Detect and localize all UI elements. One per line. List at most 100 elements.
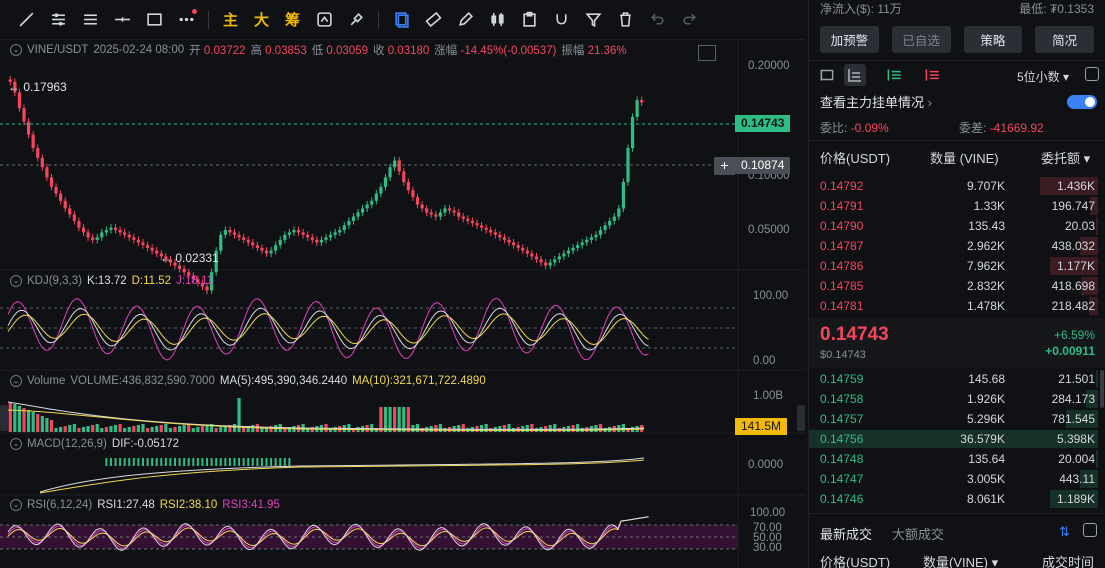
volume-bar [168, 428, 173, 432]
layers-icon[interactable] [385, 4, 417, 36]
big-orders-button[interactable]: 大 [246, 4, 277, 36]
settings-icon[interactable] [1085, 67, 1099, 81]
volume-tag: 141.5M [735, 418, 788, 435]
gear-icon[interactable] [1083, 523, 1097, 537]
macd-histogram-bar [256, 458, 259, 466]
kline-candle [315, 239, 319, 243]
bid-diff-label: 委差: [959, 121, 987, 135]
ask-qty: 1.478K [966, 299, 1005, 313]
orderbook-asks-icon[interactable] [923, 66, 941, 84]
trade-col-qty[interactable]: 数量(VINE) ▾ [923, 552, 998, 568]
volume-collapse-icon[interactable]: ⌄ [10, 375, 22, 387]
right-scroll-handle[interactable] [797, 405, 805, 431]
kline-candle [553, 259, 557, 263]
bid-row[interactable]: 0.14748 135.64 20.004 [809, 449, 1105, 469]
orderbook-mode-icon[interactable] [818, 66, 836, 84]
tools-icon[interactable] [340, 4, 372, 36]
magnet-icon[interactable] [545, 4, 577, 36]
watchlist-button[interactable]: 已自选 [891, 26, 951, 53]
kline-candle [205, 286, 209, 291]
macd-histogram-bar [155, 458, 158, 466]
overview-button[interactable]: 简况 [1035, 26, 1094, 53]
bid-row[interactable]: 0.14756 36.579K 5.398K [809, 429, 1105, 449]
orderbook-bids-icon[interactable] [885, 66, 903, 84]
macd-histogram-bar [215, 458, 218, 466]
orderbook-both-icon[interactable] [844, 64, 866, 86]
ask-price: 0.14787 [820, 239, 864, 253]
bid-row[interactable]: 0.14757 5.296K 781.545 [809, 409, 1105, 429]
macd-collapse-icon[interactable]: ⌄ [10, 438, 22, 450]
main-orders-link[interactable]: 查看主力挂单情况 › [820, 92, 932, 111]
ask-row[interactable]: 0.14781 1.478K 218.482 [809, 296, 1105, 316]
bid-row[interactable]: 0.14746 8.061K 1.189K [809, 489, 1105, 509]
ask-row[interactable]: 0.14785 2.832K 418.698 [809, 276, 1105, 296]
candle-type-icon[interactable] [481, 4, 513, 36]
volume-bar [40, 416, 44, 432]
more-tools-icon[interactable] [170, 4, 202, 36]
ruler-icon[interactable] [417, 4, 449, 36]
kline-candle [232, 232, 237, 235]
trade-col-qty-label: 数量(VINE) [923, 555, 989, 568]
bid-qty: 3.005K [966, 472, 1005, 486]
ask-row[interactable]: 0.14787 2.962K 438.032 [809, 236, 1105, 256]
add-crosshair-icon[interactable]: + [714, 157, 735, 175]
undo-icon[interactable] [641, 4, 673, 36]
bid-row[interactable]: 0.14747 3.005K 443.11 [809, 469, 1105, 489]
volume-bar [164, 424, 168, 432]
pencil-icon[interactable] [449, 4, 481, 36]
clipboard-icon[interactable] [513, 4, 545, 36]
col-quantity: 数量 (VINE) [930, 151, 999, 166]
bid-price: 0.14756 [820, 432, 864, 446]
macd-dif: DIF:-0.05172 [111, 438, 180, 450]
chart-area[interactable]: ⌄ VINE/USDT 2025-02-24 08:00 开 0.03722 高… [0, 40, 805, 568]
bid-row[interactable]: 0.14759 145.68 21.501 [809, 369, 1105, 389]
volume-bar [132, 426, 136, 432]
ask-row[interactable]: 0.14790 135.43 20.03 [809, 216, 1105, 236]
kline-candle [393, 160, 397, 168]
open-label: 开 [189, 45, 201, 57]
volume-bar [159, 425, 163, 432]
col-amount[interactable]: 委托额 ▾ [1041, 148, 1090, 167]
bid-row[interactable]: 0.14758 1.926K 284.173 [809, 389, 1105, 409]
tab-large-trades[interactable]: 大额成交 [892, 524, 944, 543]
macd-histogram-bar [164, 458, 167, 466]
strategy-button[interactable]: 策略 [963, 26, 1023, 53]
main-indicator-button[interactable]: 主 [215, 4, 246, 36]
kline-chart-svg[interactable] [0, 40, 805, 568]
redo-icon[interactable] [673, 4, 705, 36]
compare-icon[interactable] [308, 4, 340, 36]
ask-row[interactable]: 0.14791 1.33K 196.747 [809, 196, 1105, 216]
trades-settings-icon[interactable]: ⇅ [1059, 524, 1070, 540]
tab-latest-trades[interactable]: 最新成交 [820, 524, 872, 543]
parallel-lines-icon[interactable] [74, 4, 106, 36]
indicator-settings-icon[interactable]: ⌄ [10, 44, 22, 56]
fib-lines-icon[interactable] [42, 4, 74, 36]
ask-row[interactable]: 0.14786 7.962K 1.177K [809, 256, 1105, 276]
kline-candle [100, 232, 104, 238]
filter-icon[interactable] [577, 4, 609, 36]
ask-amount: 218.482 [1051, 299, 1095, 313]
horizontal-line-icon[interactable] [106, 4, 138, 36]
volume-bar [26, 410, 31, 432]
volume-bar [576, 424, 580, 432]
close-value: 0.03180 [387, 45, 430, 57]
kline-candle [580, 242, 584, 246]
volume-bar [49, 420, 54, 432]
ask-row[interactable]: 0.14792 9.707K 1.436K [809, 176, 1105, 196]
main-orders-toggle[interactable] [1067, 95, 1097, 109]
trend-line-icon[interactable] [10, 4, 42, 36]
rsi-collapse-icon[interactable]: ⌄ [10, 499, 22, 511]
kline-candle [40, 157, 44, 168]
rectangle-icon[interactable] [138, 4, 170, 36]
add-alert-button[interactable]: 加预警 [820, 26, 879, 53]
left-scroll-handle[interactable] [0, 405, 8, 431]
fullscreen-icon[interactable] [698, 45, 716, 61]
orderbook-scrollbar[interactable] [1100, 370, 1104, 408]
trash-icon[interactable] [609, 4, 641, 36]
high-value: 0.03853 [265, 45, 307, 57]
price-axis-tick: 0.05000 [748, 224, 790, 236]
kdj-collapse-icon[interactable]: ⌄ [10, 275, 22, 287]
chips-button[interactable]: 筹 [277, 4, 308, 36]
macd-axis-tick: 0.0000 [748, 459, 784, 471]
decimals-select[interactable]: 5位小数 ▾ [1017, 68, 1069, 85]
